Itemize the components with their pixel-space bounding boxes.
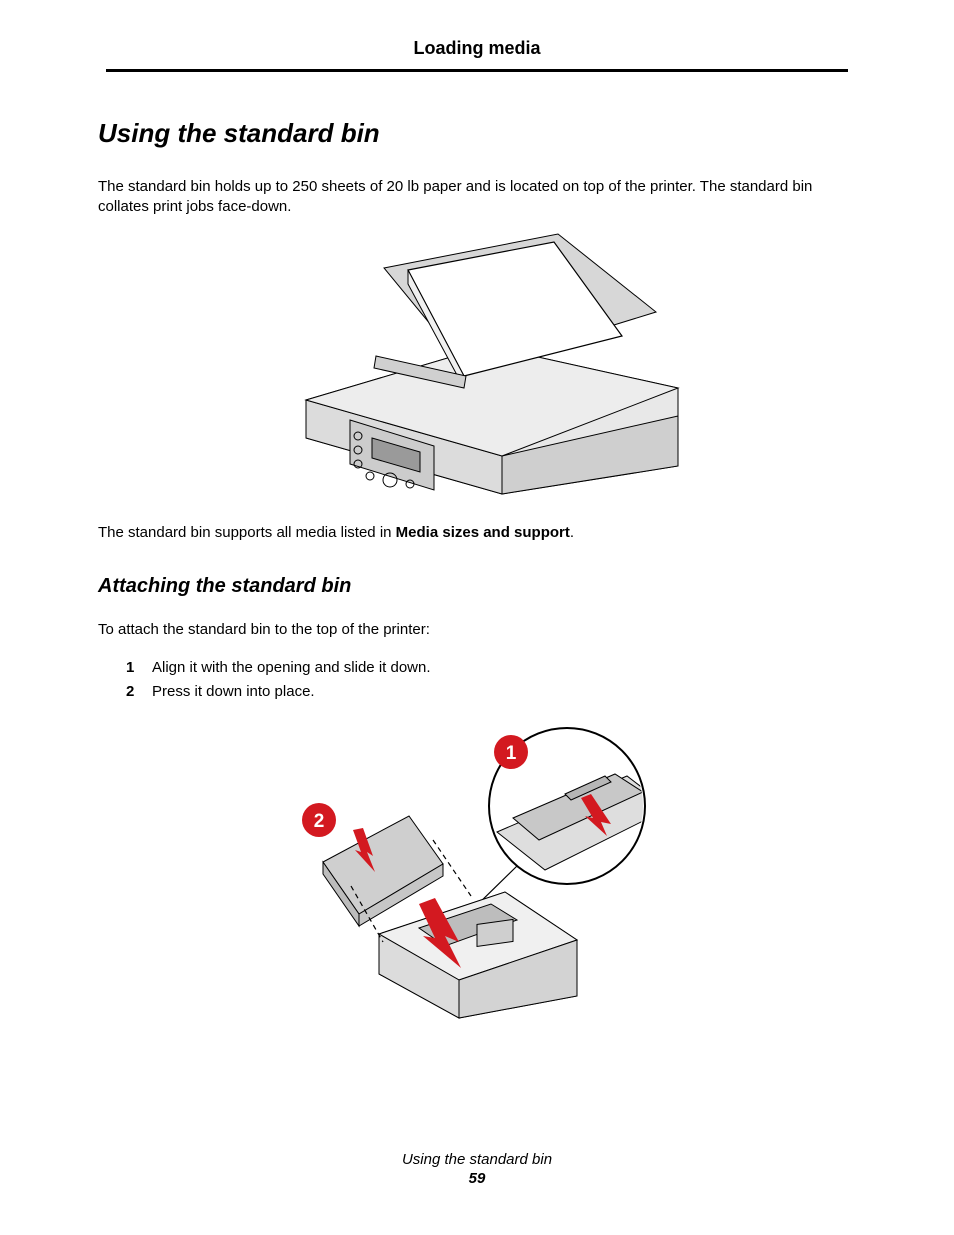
callout-two-label: 2 bbox=[314, 811, 325, 832]
page-header-title: Loading media bbox=[106, 38, 848, 72]
supports-prefix: The standard bin supports all media list… bbox=[98, 524, 396, 541]
supports-paragraph: The standard bin supports all media list… bbox=[98, 523, 856, 543]
figure-printer-standard-bin bbox=[98, 228, 856, 501]
page-footer: Using the standard bin 59 bbox=[0, 1151, 954, 1187]
figure-attaching-bin: 1 2 bbox=[98, 720, 856, 1025]
footer-page-number: 59 bbox=[0, 1170, 954, 1187]
step-number: 1 bbox=[126, 656, 134, 680]
callout-one-label: 1 bbox=[506, 743, 517, 764]
footer-section-name: Using the standard bin bbox=[0, 1151, 954, 1168]
section-title: Using the standard bin bbox=[98, 118, 856, 149]
list-item: 1 Align it with the opening and slide it… bbox=[126, 656, 856, 680]
steps-list: 1 Align it with the opening and slide it… bbox=[126, 656, 856, 704]
step-text: Press it down into place. bbox=[152, 683, 315, 700]
subsection-title: Attaching the standard bin bbox=[98, 575, 856, 598]
intro-paragraph: The standard bin holds up to 250 sheets … bbox=[98, 177, 856, 218]
attaching-bin-illustration-icon: 1 2 bbox=[267, 720, 687, 1020]
printer-illustration-icon bbox=[258, 228, 696, 496]
supports-suffix: . bbox=[570, 524, 574, 541]
list-item: 2 Press it down into place. bbox=[126, 680, 856, 704]
supports-link[interactable]: Media sizes and support bbox=[396, 524, 570, 541]
step-number: 2 bbox=[126, 680, 134, 704]
subsection-lead: To attach the standard bin to the top of… bbox=[98, 620, 856, 640]
step-text: Align it with the opening and slide it d… bbox=[152, 659, 431, 676]
